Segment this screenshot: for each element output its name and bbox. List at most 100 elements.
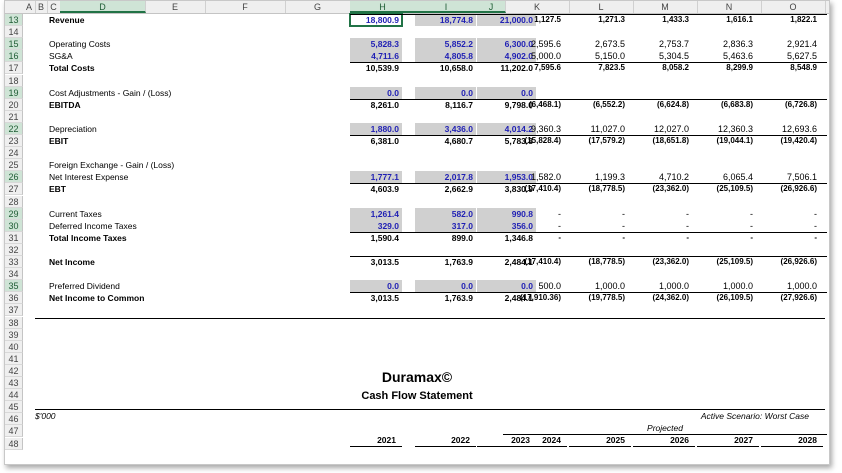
row-label[interactable]: EBT xyxy=(49,183,66,195)
projected-value-cell[interactable]: - xyxy=(761,208,823,220)
column-header-o[interactable]: O xyxy=(761,1,826,13)
historical-value-cell[interactable]: 1,590.4 xyxy=(350,232,402,244)
column-header-j[interactable]: J xyxy=(477,1,506,13)
projected-value-cell[interactable]: (26,926.6) xyxy=(761,183,823,195)
projected-value-cell[interactable]: 5,304.5 xyxy=(633,50,695,62)
projected-value-cell[interactable] xyxy=(633,87,695,99)
projected-value-cell[interactable]: - xyxy=(697,232,759,244)
projected-value-cell[interactable]: (19,044.1) xyxy=(697,135,759,147)
projected-value-cell[interactable]: 1,000.0 xyxy=(569,280,631,292)
projected-value-cell[interactable]: (26,926.6) xyxy=(761,256,823,268)
column-header-d[interactable]: D xyxy=(60,1,146,13)
historical-value-cell[interactable]: 1,880.0 xyxy=(350,122,402,135)
historical-value-cell[interactable]: 0.0 xyxy=(350,86,402,99)
historical-value-cell[interactable]: 1,261.4 xyxy=(350,207,402,220)
projected-value-cell[interactable]: - xyxy=(633,232,695,244)
row-header-26[interactable]: 26 xyxy=(5,171,23,184)
projected-value-cell[interactable]: - xyxy=(697,220,759,232)
projected-value-cell[interactable]: (27,926.6) xyxy=(761,292,823,304)
column-header-h[interactable]: H xyxy=(350,1,416,13)
projected-value-cell[interactable]: (19,778.5) xyxy=(569,292,631,304)
projected-value-cell[interactable]: - xyxy=(505,208,567,220)
row-header-14[interactable]: 14 xyxy=(5,26,23,39)
projected-value-cell[interactable]: 5,150.0 xyxy=(569,50,631,62)
historical-value-cell[interactable]: 6,381.0 xyxy=(350,135,402,147)
projected-value-cell[interactable]: (6,552.2) xyxy=(569,99,631,111)
projected-value-cell[interactable]: (26,109.5) xyxy=(697,292,759,304)
row-header-48[interactable]: 48 xyxy=(5,437,23,450)
row-header-46[interactable]: 46 xyxy=(5,413,23,426)
projected-value-cell[interactable]: - xyxy=(761,232,823,244)
historical-value-cell[interactable]: 1,763.9 xyxy=(415,292,476,304)
projected-value-cell[interactable] xyxy=(505,87,567,99)
historical-value-cell[interactable]: 1,763.9 xyxy=(415,256,476,268)
row-header-38[interactable]: 38 xyxy=(5,316,23,329)
row-header-21[interactable]: 21 xyxy=(5,110,23,123)
historical-value-cell[interactable]: 10,539.9 xyxy=(350,62,402,74)
row-header-29[interactable]: 29 xyxy=(5,207,23,220)
projected-value-cell[interactable]: 1,582.0 xyxy=(505,171,567,183)
row-header-40[interactable]: 40 xyxy=(5,340,23,353)
projected-value-cell[interactable]: 12,360.3 xyxy=(697,123,759,135)
historical-value-cell[interactable]: 8,261.0 xyxy=(350,99,402,111)
projected-value-cell[interactable]: - xyxy=(633,220,695,232)
projected-value-cell[interactable]: - xyxy=(633,208,695,220)
historical-value-cell[interactable]: 3,013.5 xyxy=(350,256,402,268)
column-header-i[interactable]: I xyxy=(415,1,478,13)
historical-value-cell[interactable]: 317.0 xyxy=(415,219,476,232)
historical-value-cell[interactable]: 0.0 xyxy=(350,280,402,293)
historical-value-cell[interactable]: 18,800.9 xyxy=(349,13,403,27)
projected-value-cell[interactable]: (17,910.36) xyxy=(505,292,567,304)
row-label[interactable]: Deferred Income Taxes xyxy=(49,220,137,232)
row-header-13[interactable]: 13 xyxy=(5,14,23,26)
historical-value-cell[interactable]: 0.0 xyxy=(415,86,476,99)
row-header-47[interactable]: 47 xyxy=(5,425,23,438)
projected-value-cell[interactable]: 8,548.9 xyxy=(761,62,823,74)
historical-value-cell[interactable]: 4,603.9 xyxy=(350,183,402,195)
projected-value-cell[interactable]: (18,651.8) xyxy=(633,135,695,147)
projected-value-cell[interactable]: 7,823.5 xyxy=(569,62,631,74)
row-header-20[interactable]: 20 xyxy=(5,98,23,111)
row-label[interactable]: Total Income Taxes xyxy=(49,232,127,244)
row-header-37[interactable]: 37 xyxy=(5,304,23,317)
column-header-k[interactable]: K xyxy=(505,1,570,13)
row-label[interactable]: Foreign Exchange - Gain / (Loss) xyxy=(49,159,174,171)
historical-value-cell[interactable]: 0.0 xyxy=(415,280,476,293)
projected-value-cell[interactable] xyxy=(569,87,631,99)
historical-value-cell[interactable]: 2,662.9 xyxy=(415,183,476,195)
row-header-32[interactable]: 32 xyxy=(5,243,23,256)
projected-value-cell[interactable]: 12,693.6 xyxy=(761,123,823,135)
projected-value-cell[interactable]: 12,027.0 xyxy=(633,123,695,135)
projected-value-cell[interactable]: 7,506.1 xyxy=(761,171,823,183)
projected-value-cell[interactable]: (6,468.1) xyxy=(505,99,567,111)
projected-value-cell[interactable]: 2,595.6 xyxy=(505,38,567,50)
historical-value-cell[interactable]: 5,852.2 xyxy=(415,38,476,51)
row-label[interactable]: Net Interest Expense xyxy=(49,171,128,183)
projected-value-cell[interactable]: 5,463.6 xyxy=(697,50,759,62)
column-header-m[interactable]: M xyxy=(633,1,698,13)
projected-value-cell[interactable]: 7,595.6 xyxy=(505,62,567,74)
projected-value-cell[interactable]: - xyxy=(761,220,823,232)
row-header-33[interactable]: 33 xyxy=(5,256,23,268)
historical-value-cell[interactable]: 8,116.7 xyxy=(415,99,476,111)
projected-value-cell[interactable]: 2,753.7 xyxy=(633,38,695,50)
row-header-41[interactable]: 41 xyxy=(5,352,23,365)
row-header-22[interactable]: 22 xyxy=(5,122,23,135)
column-header-e[interactable]: E xyxy=(145,1,206,13)
row-label[interactable]: Depreciation xyxy=(49,123,97,135)
projected-value-cell[interactable]: 5,627.5 xyxy=(761,50,823,62)
historical-value-cell[interactable]: 1,777.1 xyxy=(350,171,402,184)
projected-value-cell[interactable]: 1,822.1 xyxy=(761,14,823,26)
historical-value-cell[interactable]: 3,013.5 xyxy=(350,292,402,304)
historical-value-cell[interactable]: 4,711.6 xyxy=(350,50,402,63)
projected-value-cell[interactable]: 500.0 xyxy=(505,280,567,292)
projected-value-cell[interactable]: - xyxy=(569,208,631,220)
row-header-24[interactable]: 24 xyxy=(5,147,23,160)
projected-value-cell[interactable]: 1,271.3 xyxy=(569,14,631,26)
projected-value-cell[interactable]: (23,362.0) xyxy=(633,183,695,195)
projected-value-cell[interactable]: 1,127.5 xyxy=(505,14,567,26)
row-label[interactable]: SG&A xyxy=(49,50,73,62)
spreadsheet-grid[interactable]: ABCDEFGHIJKLMNO 13 Revenue 18,800.9 18,774.… xyxy=(4,0,830,465)
projected-value-cell[interactable]: (25,109.5) xyxy=(697,183,759,195)
projected-value-cell[interactable]: - xyxy=(697,208,759,220)
